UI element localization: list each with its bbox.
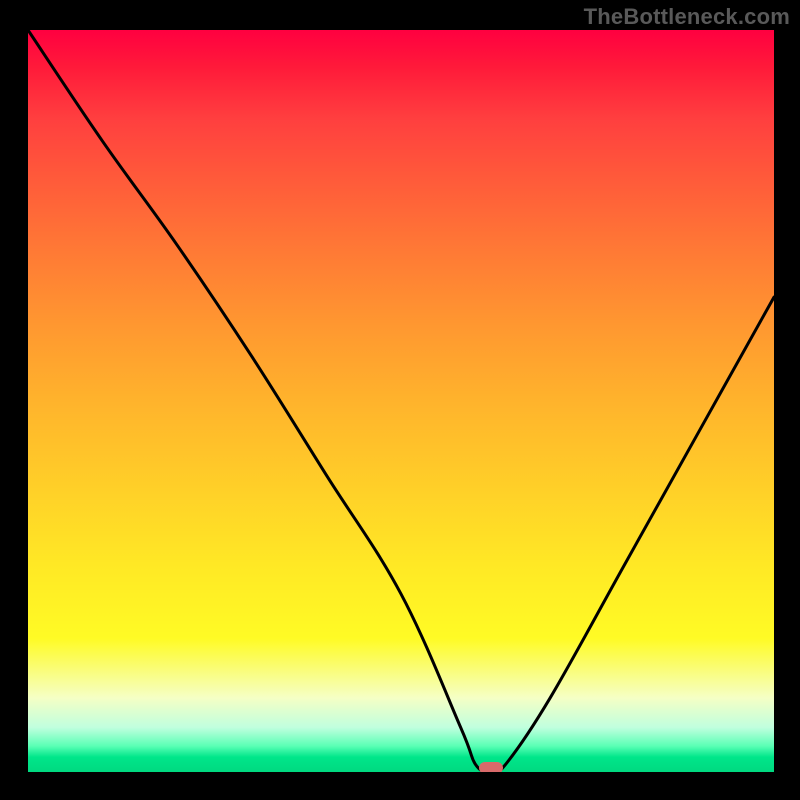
chart-container: TheBottleneck.com — [0, 0, 800, 800]
optimal-point-marker — [479, 762, 503, 772]
attribution-text: TheBottleneck.com — [584, 4, 790, 30]
curve-svg — [28, 30, 774, 772]
plot-area — [28, 30, 774, 772]
bottleneck-curve-path — [28, 30, 774, 772]
